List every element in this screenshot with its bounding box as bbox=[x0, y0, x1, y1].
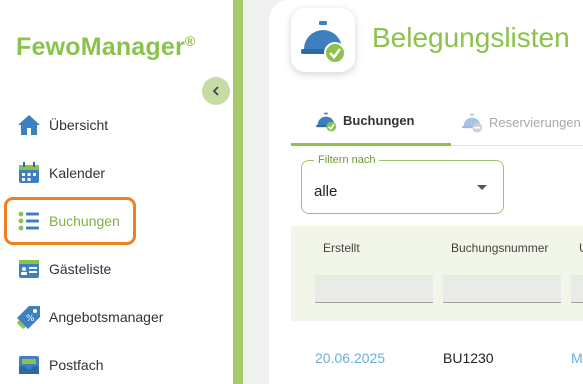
column-header-third[interactable]: U bbox=[579, 241, 583, 255]
filter-input-erstellt[interactable] bbox=[315, 275, 433, 303]
column-header-erstellt[interactable]: Erstellt bbox=[323, 241, 360, 255]
service-bell-pending-icon bbox=[462, 113, 483, 133]
cell-buchungsnummer: BU1230 bbox=[443, 350, 494, 366]
page-title: Belegungslisten bbox=[372, 22, 570, 53]
table-header: Erstellt Buchungsnummer U bbox=[291, 226, 583, 321]
sidebar-item-uebersicht[interactable]: Übersicht bbox=[16, 108, 108, 142]
sidebar-divider bbox=[233, 0, 243, 384]
service-bell-icon bbox=[301, 21, 346, 64]
sidebar-item-postfach[interactable]: Postfach bbox=[16, 348, 103, 382]
app-logo[interactable]: FewoManager® bbox=[16, 33, 195, 62]
sidebar-collapse-button[interactable] bbox=[202, 77, 230, 105]
active-item-highlight bbox=[4, 197, 136, 245]
tab-buchungen[interactable]: Buchungen bbox=[291, 98, 451, 146]
sidebar-item-kalender[interactable]: Kalender bbox=[16, 156, 105, 190]
tag-icon: % bbox=[16, 304, 42, 330]
sidebar: FewoManager® Übersicht Kalender Buchunge… bbox=[0, 0, 233, 384]
sidebar-item-angebotsmanager[interactable]: % Angebotsmanager bbox=[16, 300, 163, 334]
chevron-left-icon bbox=[212, 86, 219, 96]
svg-text:%: % bbox=[26, 314, 35, 324]
main-panel: Belegungslisten Buchungen Reservierungen bbox=[269, 0, 583, 384]
column-header-buchungsnummer[interactable]: Buchungsnummer bbox=[451, 241, 548, 255]
filter-input-third[interactable] bbox=[571, 275, 583, 303]
calendar-icon bbox=[16, 160, 42, 186]
home-icon bbox=[16, 112, 42, 138]
sidebar-item-gaesteliste[interactable]: Gästeliste bbox=[16, 252, 111, 286]
inbox-icon bbox=[16, 352, 42, 378]
cell-erstellt[interactable]: 20.06.2025 bbox=[315, 350, 385, 366]
filter-input-buchungsnummer[interactable] bbox=[443, 275, 561, 303]
tab-bar: Buchungen Reservierungen bbox=[291, 98, 583, 146]
service-bell-icon bbox=[316, 112, 337, 132]
content-gutter bbox=[243, 0, 269, 384]
guestlist-icon bbox=[16, 256, 42, 282]
caret-down-icon bbox=[477, 185, 487, 190]
tab-reservierungen[interactable]: Reservierungen bbox=[461, 98, 581, 146]
cell-third[interactable]: M bbox=[571, 350, 583, 366]
filter-select[interactable]: Filtern nach alle bbox=[301, 154, 504, 214]
page-icon bbox=[291, 8, 355, 72]
